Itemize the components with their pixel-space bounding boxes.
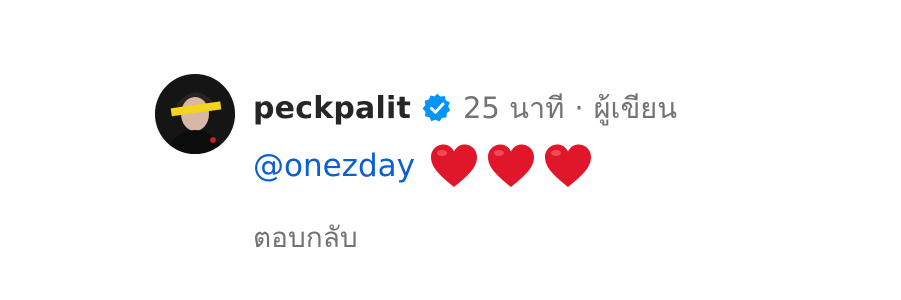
red-heart-icon [430,144,477,187]
verified-badge-icon [421,92,453,124]
mention-link[interactable]: @onezday [253,148,415,184]
red-heart-icon [544,144,591,187]
comment-timestamp: 25 นาที [462,91,565,125]
comment-header: peckpalit 25 นาที · ผู้เขียน [253,80,677,136]
hearts [429,143,593,189]
reply-button[interactable]: ตอบกลับ [253,216,358,260]
meta-separator: · [574,91,584,125]
username[interactable]: peckpalit [253,91,411,126]
avatar[interactable] [155,74,235,154]
red-heart-icon [487,144,534,187]
avatar-image [155,74,235,154]
comment: peckpalit 25 นาที · ผู้เขียน @onezday ตอ… [0,0,901,300]
comment-body: @onezday [253,138,593,194]
author-label: ผู้เขียน [593,91,678,125]
